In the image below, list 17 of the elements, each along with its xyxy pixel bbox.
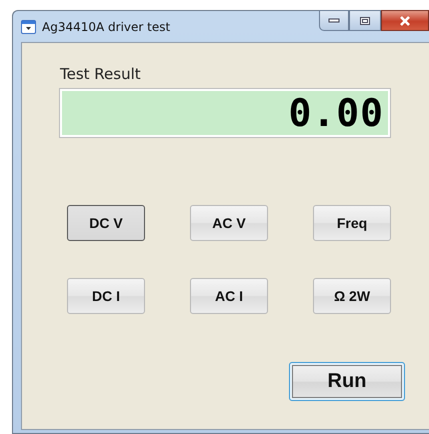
result-label: Test Result (60, 65, 142, 85)
window-title: Ag34410A driver test (42, 20, 170, 34)
run-button[interactable]: Run (289, 362, 405, 401)
close-icon (398, 16, 412, 26)
mode-button[interactable]: Freq (313, 205, 391, 241)
mode-button[interactable]: DC I (67, 278, 145, 314)
mode-button[interactable]: AC I (190, 278, 268, 314)
mode-button[interactable]: AC V (190, 205, 268, 241)
mode-button[interactable]: Ω 2W (313, 278, 391, 314)
minimize-icon (328, 18, 340, 24)
mode-button[interactable]: DC V (67, 205, 145, 241)
result-display: 0.00 (60, 89, 390, 137)
maximize-button[interactable] (349, 10, 381, 31)
window-icon (21, 20, 36, 34)
maximize-icon (359, 16, 371, 26)
minimize-button[interactable] (319, 10, 349, 31)
close-button[interactable] (381, 10, 429, 31)
